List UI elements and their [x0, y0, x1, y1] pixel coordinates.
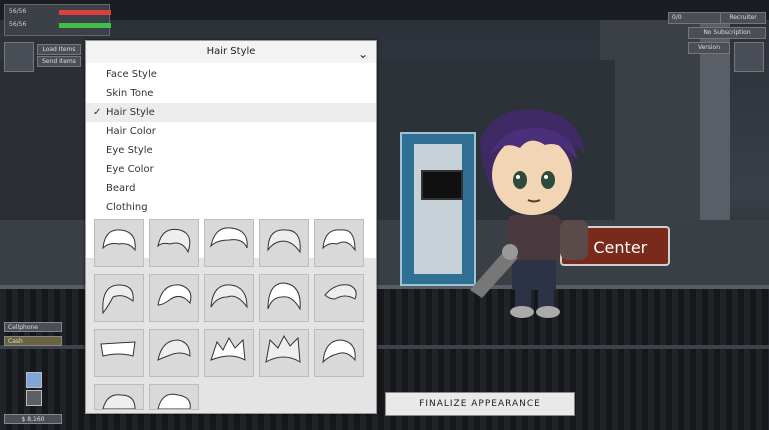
hair-icon	[210, 227, 248, 249]
hp-text: 56/56	[9, 8, 27, 15]
hair-icon	[322, 339, 356, 364]
cash-label: Cash	[8, 338, 23, 345]
hair-icon	[100, 341, 136, 357]
category-select[interactable]: Hair Style ⌄	[86, 41, 376, 64]
cellphone-label: Cellphone	[8, 324, 38, 331]
hair-icon	[267, 229, 301, 254]
hair-style-swatch[interactable]	[204, 329, 254, 377]
menu-item-label: Hair Style	[106, 107, 155, 118]
hair-style-swatch[interactable]	[149, 219, 199, 267]
recruiter-button[interactable]: Recruiter	[720, 12, 766, 24]
menu-item-hair-color[interactable]: Hair Color	[86, 122, 376, 141]
hair-style-swatch[interactable]	[204, 219, 254, 267]
hp-row: 56/56	[9, 8, 111, 18]
hair-icon	[265, 334, 301, 363]
load-items-label: Load Items	[42, 46, 76, 53]
version-label: Version	[697, 44, 721, 51]
hair-icon	[210, 284, 248, 309]
player-character	[470, 109, 588, 318]
hair-icon	[267, 282, 301, 311]
hair-style-swatch[interactable]	[204, 274, 254, 322]
hair-style-swatch[interactable]	[94, 219, 144, 267]
menu-item-hair-style[interactable]: ✓ Hair Style	[86, 103, 376, 122]
hair-icon	[157, 393, 191, 409]
menu-item-label: Eye Color	[106, 164, 154, 175]
status-bars: 56/56 56/56	[4, 4, 111, 36]
menu-item-label: Skin Tone	[106, 88, 154, 99]
hair-style-swatch[interactable]	[259, 219, 309, 267]
menu-item-clothing[interactable]: Clothing	[86, 198, 376, 217]
hair-style-swatch[interactable]	[149, 384, 199, 410]
hair-icon	[157, 339, 191, 361]
hair-style-swatch[interactable]	[314, 219, 364, 267]
counter-text: 0/0	[672, 14, 682, 21]
menu-item-label: Beard	[106, 183, 136, 194]
hair-style-swatch[interactable]	[314, 274, 364, 322]
energy-row: 56/56	[9, 21, 111, 31]
menu-item-eye-color[interactable]: Eye Color	[86, 160, 376, 179]
hair-icon	[157, 284, 192, 306]
right-square-button[interactable]	[734, 42, 764, 72]
menu-item-eye-style[interactable]: Eye Style	[86, 141, 376, 160]
hair-style-swatch[interactable]	[94, 384, 144, 410]
hair-icon	[210, 336, 246, 361]
back-wall	[0, 0, 769, 20]
energy-text: 56/56	[9, 21, 27, 28]
hair-style-swatch[interactable]	[149, 329, 199, 377]
hair-style-swatch[interactable]	[259, 274, 309, 322]
hair-icon	[157, 228, 191, 254]
hair-style-swatch[interactable]	[259, 329, 309, 377]
menu-item-label: Clothing	[106, 202, 148, 213]
building-left	[0, 60, 90, 220]
check-icon: ✓	[93, 107, 102, 118]
send-items-label: Send Items	[42, 58, 76, 65]
kiosk-screen	[421, 170, 463, 200]
left-square-button[interactable]	[4, 42, 34, 72]
hair-style-swatch[interactable]	[94, 274, 144, 322]
hair-style-swatch[interactable]	[314, 329, 364, 377]
subscription-button[interactable]: No Subscription	[688, 27, 766, 39]
recruiter-label: Recruiter	[729, 14, 757, 21]
finalize-label: FINALIZE APPEARANCE	[419, 399, 541, 409]
cellphone-field[interactable]: Cellphone	[4, 322, 62, 332]
version-button[interactable]: Version	[688, 42, 730, 54]
menu-item-beard[interactable]: Beard	[86, 179, 376, 198]
hair-style-swatch[interactable]	[149, 274, 199, 322]
load-items-button[interactable]: Load Items	[37, 44, 81, 55]
hair-icon	[324, 284, 357, 300]
circle-button[interactable]	[26, 390, 42, 406]
counter-label: 0/0	[668, 12, 723, 24]
send-items-button[interactable]: Send Items	[37, 56, 81, 67]
money-display: $ 8,160	[4, 414, 62, 424]
money-text: $ 8,160	[21, 416, 45, 423]
appearance-panel: Hair Style ⌄ Face Style Skin Tone ✓ Hair …	[85, 40, 377, 414]
category-select-value: Hair Style	[206, 46, 256, 57]
inventory-panel: Cellphone Cash $ 8,160	[4, 318, 66, 428]
hp-bar	[59, 10, 111, 15]
hair-style-swatch[interactable]	[94, 329, 144, 377]
subscription-label: No Subscription	[703, 29, 751, 36]
plus-button[interactable]	[26, 372, 42, 388]
hair-icon	[102, 229, 136, 252]
menu-item-label: Eye Style	[106, 145, 153, 156]
hair-style-grid	[94, 219, 368, 410]
menu-item-label: Hair Color	[106, 126, 156, 137]
hair-icon	[102, 284, 134, 315]
energy-bar	[59, 23, 111, 28]
hair-icon	[102, 394, 136, 409]
kiosk-panel	[414, 144, 462, 274]
hair-icon	[322, 229, 356, 252]
chevron-down-icon[interactable]: ⌄	[358, 43, 368, 65]
menu-item-label: Face Style	[106, 69, 157, 80]
cash-field[interactable]: Cash	[4, 336, 62, 346]
menu-item-face-style[interactable]: Face Style	[86, 65, 376, 84]
finalize-appearance-button[interactable]: FINALIZE APPEARANCE	[385, 392, 575, 416]
menu-item-skin-tone[interactable]: Skin Tone	[86, 84, 376, 103]
